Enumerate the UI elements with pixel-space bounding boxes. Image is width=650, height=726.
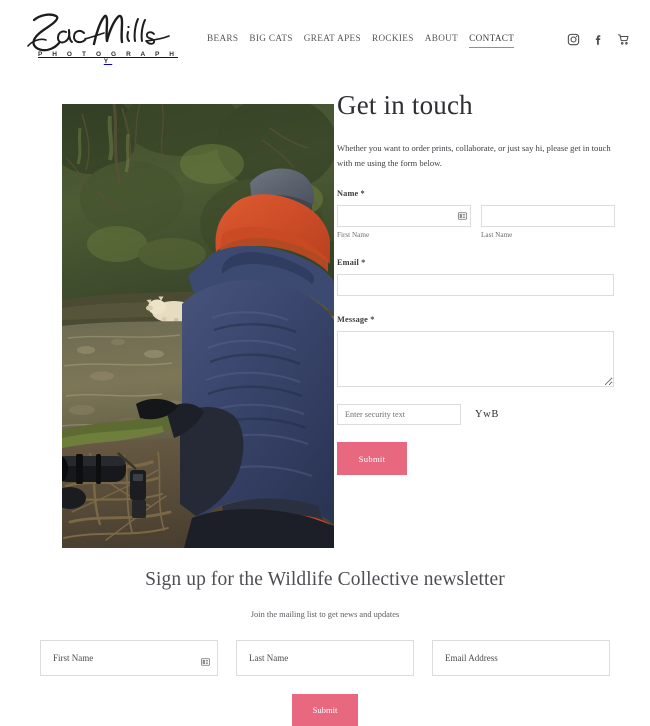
newsletter-first-name-cell xyxy=(40,640,218,676)
nav-item-great-apes[interactable]: GREAT APES xyxy=(304,33,361,47)
email-label: Email * xyxy=(337,258,366,267)
newsletter-subtitle: Join the mailing list to get news and up… xyxy=(250,610,400,619)
newsletter-section: Sign up for the Wildlife Collective news… xyxy=(0,540,650,726)
site-logo[interactable]: P H O T O G R A P H Y xyxy=(22,8,182,70)
nav-item-big-cats[interactable]: BIG CATS xyxy=(249,33,292,47)
newsletter-title: Sign up for the Wildlife Collective news… xyxy=(145,569,505,590)
page-description: Whether you want to order prints, collab… xyxy=(337,143,611,168)
name-row: First Name Last Name xyxy=(337,205,615,239)
newsletter-last-name-cell xyxy=(236,640,414,676)
newsletter-last-name-input[interactable] xyxy=(236,640,414,676)
first-name-hint: First Name xyxy=(337,231,370,239)
captcha-challenge-text: YwB xyxy=(475,409,499,420)
message-textarea[interactable] xyxy=(337,331,614,387)
message-field-group: Message * xyxy=(337,315,615,387)
first-name-input[interactable] xyxy=(337,205,471,227)
instagram-icon[interactable] xyxy=(567,33,580,46)
main-navigation: BEARS BIG CATS GREAT APES ROCKIES ABOUT … xyxy=(207,33,515,48)
social-links xyxy=(567,33,630,46)
contact-submit-button[interactable]: Submit xyxy=(337,442,407,475)
last-name-cell: Last Name xyxy=(481,205,615,239)
nav-item-rockies[interactable]: ROCKIES xyxy=(372,33,414,47)
page-title: Get in touch xyxy=(337,90,473,120)
newsletter-email-cell xyxy=(432,640,610,676)
logo-subtitle: P H O T O G R A P H Y xyxy=(37,51,179,65)
email-field-group: Email * xyxy=(337,258,615,296)
contact-form-section: Get in touch Whether you want to order p… xyxy=(337,88,615,475)
name-field-group: Name * First Name Last Name xyxy=(337,189,615,239)
nav-item-bears[interactable]: BEARS xyxy=(207,33,238,47)
photographer-and-spirit-bear-photo xyxy=(62,104,334,548)
facebook-icon[interactable] xyxy=(592,33,605,46)
cart-icon[interactable] xyxy=(617,33,630,46)
captcha-input[interactable] xyxy=(337,404,461,425)
newsletter-first-name-input[interactable] xyxy=(40,640,218,676)
nav-item-contact[interactable]: CONTACT xyxy=(469,33,515,48)
signature-logo-icon xyxy=(27,13,170,52)
newsletter-submit-button[interactable]: Submit xyxy=(292,694,358,726)
email-input[interactable] xyxy=(337,274,614,296)
hero-photo xyxy=(62,104,334,548)
site-header: P H O T O G R A P H Y BEARS BIG CATS GRE… xyxy=(0,0,650,80)
last-name-hint: Last Name xyxy=(481,231,513,239)
first-name-input-wrap xyxy=(337,205,471,227)
newsletter-fields xyxy=(0,640,650,676)
main-content: Get in touch Whether you want to order p… xyxy=(0,80,650,548)
last-name-input[interactable] xyxy=(481,205,615,227)
captcha-row: YwB xyxy=(337,404,615,425)
newsletter-email-input[interactable] xyxy=(432,640,610,676)
first-name-cell: First Name xyxy=(337,205,471,239)
message-label: Message * xyxy=(337,315,375,324)
name-label: Name * xyxy=(337,189,365,198)
nav-item-about[interactable]: ABOUT xyxy=(425,33,458,47)
